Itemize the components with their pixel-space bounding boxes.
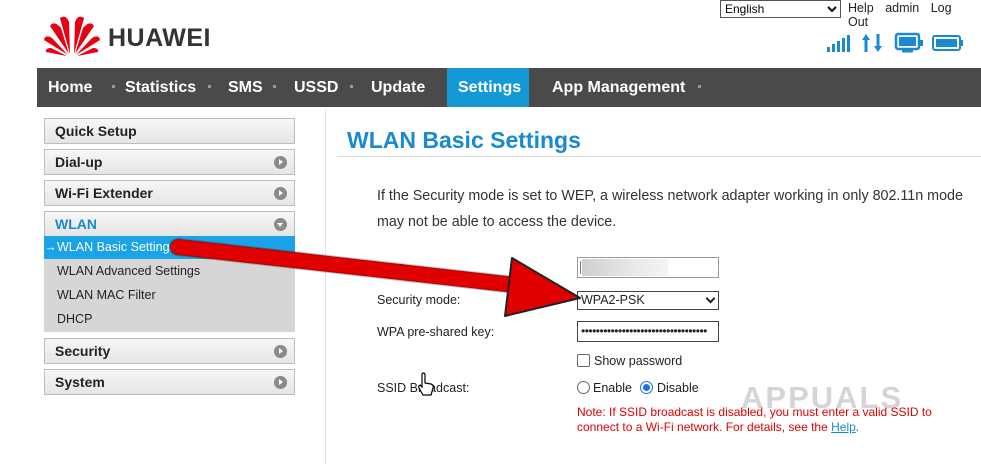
nav-ussd[interactable]: USSD (283, 68, 349, 107)
page-title: WLAN Basic Settings (347, 127, 581, 153)
broadcast-disable-radio[interactable] (640, 381, 653, 394)
broadcast-enable-radio[interactable] (577, 381, 590, 394)
show-password-label: Show password (594, 354, 683, 368)
broadcast-enable-label: Enable (593, 381, 632, 395)
sidebar-item-wlan-basic-settings[interactable]: →WLAN Basic Settings (44, 236, 295, 259)
wlan-submenu: →WLAN Basic Settings WLAN Advanced Setti… (44, 236, 295, 332)
nav-app-management[interactable]: App Management (541, 68, 696, 107)
admin-link[interactable]: admin (885, 1, 919, 15)
nav-settings[interactable]: Settings (447, 68, 529, 107)
nav-separator (273, 85, 276, 88)
sidebar-item-wlan-advanced-settings[interactable]: WLAN Advanced Settings (44, 260, 295, 283)
content-divider (325, 110, 326, 464)
nav-statistics[interactable]: Statistics (114, 68, 207, 107)
mouse-cursor-icon (418, 372, 434, 396)
psk-label: WPA pre-shared key: (377, 325, 495, 339)
help-link-inline[interactable]: Help (831, 420, 856, 434)
show-password-checkbox[interactable] (577, 354, 590, 367)
expand-arrow-icon (274, 187, 287, 200)
broadcast-disable-label: Disable (657, 381, 699, 395)
expand-arrow-icon (274, 376, 287, 389)
title-divider (337, 156, 981, 157)
arrow-right-icon: → (44, 240, 57, 254)
signal-icon (827, 35, 850, 52)
data-transfer-icon (862, 34, 882, 52)
nav-separator (698, 85, 701, 88)
ssid-input[interactable] (577, 257, 719, 278)
status-icons (826, 32, 966, 54)
sidebar-item-quick-setup[interactable]: Quick Setup (44, 118, 295, 144)
header: HUAWEI English Help admin Log Out (0, 0, 981, 68)
main-navigation: Home Statistics SMS USSD Update Settings… (37, 68, 981, 107)
watermark: APPUALS (741, 380, 904, 415)
sidebar-item-dialup[interactable]: Dial-up (44, 149, 295, 175)
security-mode-select[interactable]: WPA2-PSK (577, 291, 719, 310)
top-links: Help admin Log Out (848, 1, 981, 29)
collapse-arrow-icon (274, 218, 287, 231)
expand-arrow-icon (274, 345, 287, 358)
sidebar-item-wifi-extender[interactable]: Wi-Fi Extender (44, 180, 295, 206)
sidebar-item-wlan-mac-filter[interactable]: WLAN MAC Filter (44, 284, 295, 307)
nav-separator (350, 85, 353, 88)
battery-icon (932, 35, 963, 51)
text-caret (580, 261, 581, 274)
sidebar-item-security[interactable]: Security (44, 338, 295, 364)
description-text: If the Security mode is set to WEP, a wi… (377, 188, 963, 230)
sidebar-item-system[interactable]: System (44, 369, 295, 395)
sidebar-item-wlan[interactable]: WLAN (44, 211, 295, 237)
nav-separator (208, 85, 211, 88)
chevron-down-icon (705, 293, 716, 304)
help-link[interactable]: Help (848, 1, 874, 15)
brand-name: HUAWEI (108, 24, 211, 52)
monitor-icon (894, 32, 923, 53)
security-mode-label: Security mode: (377, 293, 461, 307)
huawei-logo-icon (44, 16, 100, 56)
psk-input[interactable]: •••••••••••••••••••••••••••••••••• (577, 321, 719, 342)
language-select[interactable]: English (720, 0, 841, 18)
nav-update[interactable]: Update (360, 68, 436, 107)
nav-home[interactable]: Home (37, 68, 103, 107)
expand-arrow-icon (274, 156, 287, 169)
nav-sms[interactable]: SMS (217, 68, 274, 107)
ssid-redacted-value (582, 259, 668, 276)
sidebar-item-dhcp[interactable]: DHCP (44, 308, 295, 331)
ssid-label: SSID: (377, 262, 410, 276)
